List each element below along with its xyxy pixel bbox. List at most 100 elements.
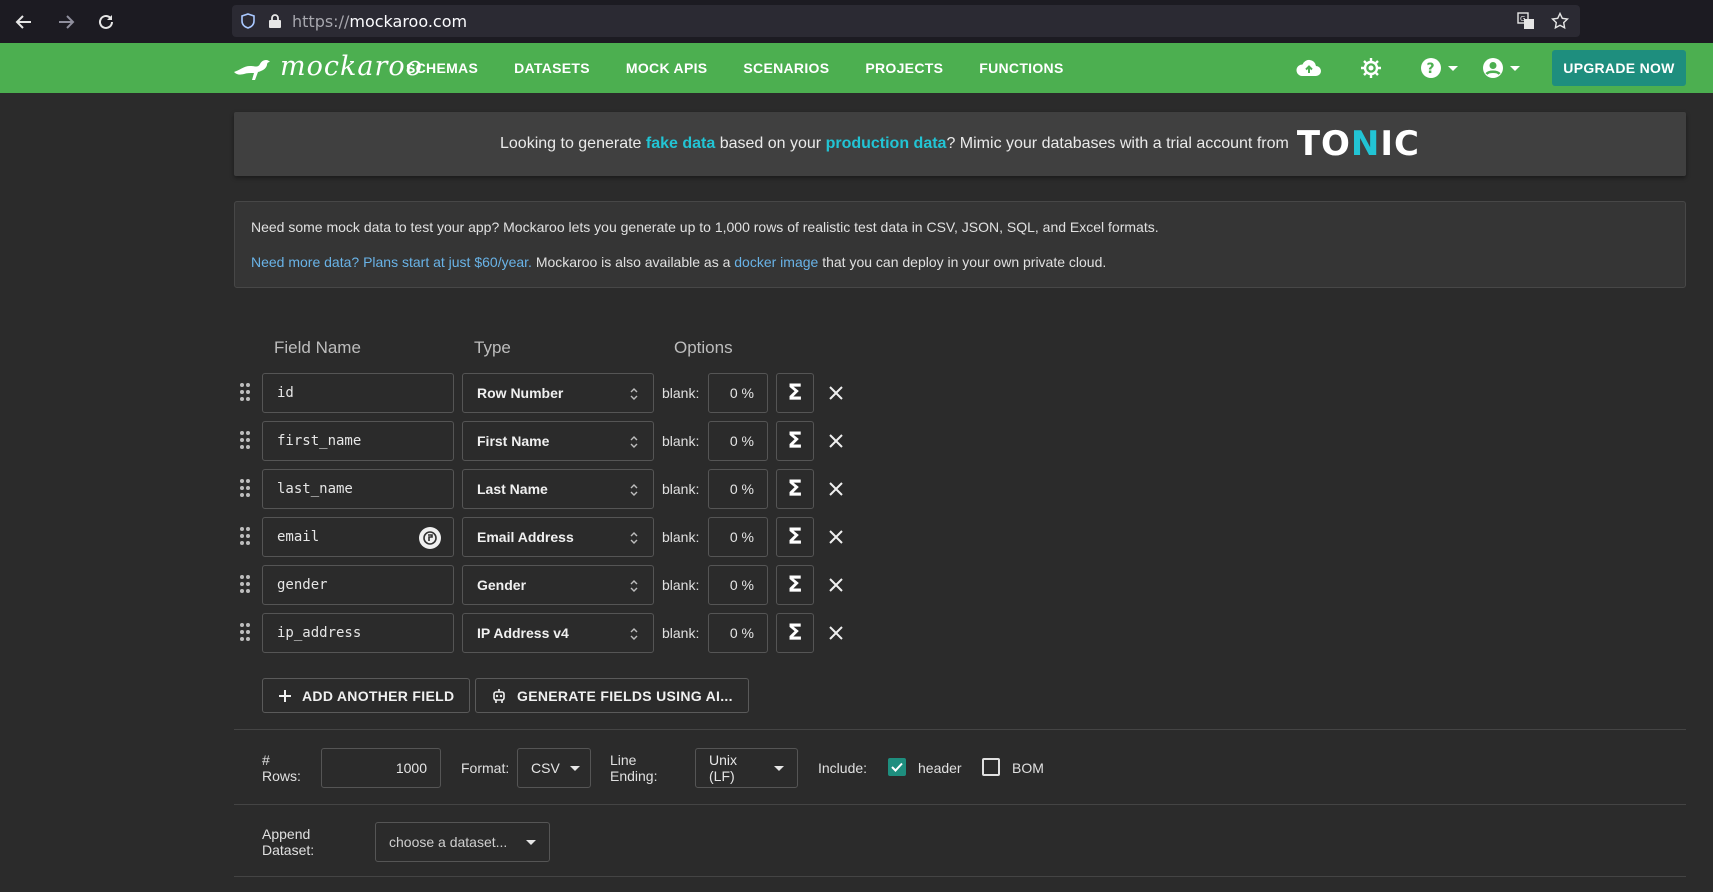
tonic-logo-part-n: N — [1350, 124, 1381, 164]
drag-handle-icon[interactable] — [240, 527, 252, 547]
close-icon[interactable] — [826, 623, 846, 643]
drag-handle-icon[interactable] — [240, 431, 252, 451]
lock-icon[interactable] — [268, 13, 282, 29]
nav-schemas[interactable]: SCHEMAS — [406, 60, 478, 76]
field-type-select[interactable]: IP Address v4 — [462, 613, 654, 653]
field-name-input[interactable]: gender — [262, 565, 454, 605]
field-name-input[interactable]: email — [262, 517, 454, 557]
forward-arrow-icon[interactable] — [54, 10, 78, 34]
nav-datasets[interactable]: DATASETS — [514, 60, 590, 76]
append-dataset-select[interactable]: choose a dataset... — [375, 822, 550, 862]
formula-button[interactable]: Σ — [776, 565, 814, 605]
rows-label: # Rows: — [262, 752, 301, 784]
header-checkbox[interactable] — [888, 758, 906, 776]
close-icon[interactable] — [826, 479, 846, 499]
help-icon[interactable]: ? — [1420, 57, 1458, 79]
reload-icon[interactable] — [94, 10, 118, 34]
close-icon[interactable] — [826, 431, 846, 451]
field-name-input[interactable]: last_name — [262, 469, 454, 509]
ai-assist-icon[interactable] — [419, 527, 441, 549]
blank-percent-input[interactable]: 0 % — [708, 373, 768, 413]
url-text: https://mockaroo.com — [292, 12, 467, 31]
nav-projects[interactable]: PROJECTS — [865, 60, 943, 76]
column-header-type: Type — [474, 338, 511, 357]
drag-handle-icon[interactable] — [240, 575, 252, 595]
plans-link[interactable]: Need more data? Plans start at just $60/… — [251, 254, 532, 270]
drag-handle-icon[interactable] — [240, 623, 252, 643]
nav-scenarios[interactable]: SCENARIOS — [743, 60, 829, 76]
info-box: Need some mock data to test your app? Mo… — [234, 201, 1686, 288]
docker-image-link[interactable]: docker image — [734, 254, 818, 270]
banner-link-production-data[interactable]: production data — [826, 135, 947, 153]
nav-functions[interactable]: FUNCTIONS — [979, 60, 1063, 76]
field-type-select[interactable]: Email Address — [462, 517, 654, 557]
field-type-select[interactable]: First Name — [462, 421, 654, 461]
formula-button[interactable]: Σ — [776, 469, 814, 509]
field-name-input[interactable]: id — [262, 373, 454, 413]
blank-percent-input[interactable]: 0 % — [708, 421, 768, 461]
rows-input[interactable]: 1000 — [321, 748, 441, 788]
blank-label: blank: — [662, 481, 700, 497]
formula-button[interactable]: Σ — [776, 517, 814, 557]
field-type-value: Last Name — [477, 481, 548, 497]
browser-toolbar: https://mockaroo.com G — [0, 0, 1713, 43]
formula-button[interactable]: Σ — [776, 613, 814, 653]
translate-icon[interactable]: G — [1516, 11, 1536, 31]
blank-label: blank: — [662, 385, 700, 401]
close-icon[interactable] — [826, 527, 846, 547]
logo-text: mockaroo — [280, 51, 423, 82]
close-icon[interactable] — [826, 575, 846, 595]
nav-mock-apis[interactable]: MOCK APIS — [626, 60, 708, 76]
field-type-value: First Name — [477, 433, 550, 449]
banner-link-fake-data[interactable]: fake data — [646, 135, 715, 153]
tonic-banner[interactable]: Looking to generate fake data based on y… — [234, 112, 1686, 176]
header-checkbox-label[interactable]: header — [918, 748, 962, 788]
field-row: last_name Last Name blank: 0 % Σ — [234, 469, 874, 509]
format-caret-icon — [569, 765, 580, 771]
field-type-select[interactable]: Row Number — [462, 373, 654, 413]
field-type-select[interactable]: Last Name — [462, 469, 654, 509]
field-type-select[interactable]: Gender — [462, 565, 654, 605]
bom-checkbox-label[interactable]: BOM — [1012, 748, 1044, 788]
format-select[interactable]: CSV — [517, 748, 591, 788]
field-name-input[interactable]: first_name — [262, 421, 454, 461]
field-type-value: IP Address v4 — [477, 625, 569, 641]
generate-fields-ai-button[interactable]: GENERATE FIELDS USING AI... — [475, 678, 749, 713]
append-dataset-caret-icon — [526, 839, 536, 845]
bookmark-star-icon[interactable] — [1550, 11, 1570, 31]
field-row: ip_address IP Address v4 blank: 0 % Σ — [234, 613, 874, 653]
line-ending-value: Unix (LF) — [709, 752, 738, 784]
upgrade-now-button[interactable]: UPGRADE NOW — [1552, 50, 1686, 86]
blank-percent-input[interactable]: 0 % — [708, 517, 768, 557]
robot-icon — [493, 688, 505, 703]
account-icon[interactable] — [1482, 57, 1520, 79]
drag-handle-icon[interactable] — [240, 383, 252, 403]
blank-percent-input[interactable]: 0 % — [708, 613, 768, 653]
brightness-icon[interactable] — [1360, 57, 1382, 79]
up-down-arrows-icon — [630, 532, 638, 544]
add-another-field-button[interactable]: ADD ANOTHER FIELD — [262, 678, 471, 713]
address-bar[interactable]: https://mockaroo.com G — [232, 5, 1580, 37]
shield-icon[interactable] — [240, 13, 256, 29]
field-type-value: Email Address — [477, 529, 574, 545]
line-ending-label: Line Ending: — [610, 752, 658, 784]
tonic-logo[interactable]: TONIC — [1297, 124, 1420, 164]
up-down-arrows-icon — [630, 580, 638, 592]
formula-button[interactable]: Σ — [776, 421, 814, 461]
back-arrow-icon[interactable] — [12, 10, 36, 34]
line-ending-select[interactable]: Unix (LF) — [695, 748, 798, 788]
format-value: CSV — [531, 760, 560, 776]
formula-button[interactable]: Σ — [776, 373, 814, 413]
sigma-icon: Σ — [787, 524, 803, 550]
field-row: first_name First Name blank: 0 % Σ — [234, 421, 874, 461]
close-icon[interactable] — [826, 383, 846, 403]
mockaroo-logo[interactable]: mockaroo — [232, 51, 423, 82]
field-name-input[interactable]: ip_address — [262, 613, 454, 653]
drag-handle-icon[interactable] — [240, 479, 252, 499]
blank-percent-input[interactable]: 0 % — [708, 469, 768, 509]
cloud-upload-icon[interactable] — [1296, 58, 1322, 78]
info-line-1: Need some mock data to test your app? Mo… — [251, 219, 1159, 235]
blank-percent-input[interactable]: 0 % — [708, 565, 768, 605]
field-row: gender Gender blank: 0 % Σ — [234, 565, 874, 605]
bom-checkbox[interactable] — [982, 758, 1000, 776]
